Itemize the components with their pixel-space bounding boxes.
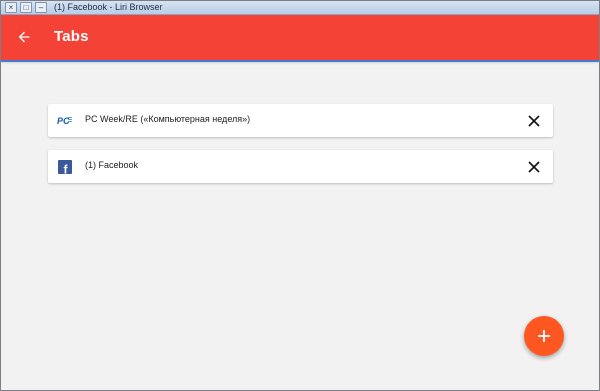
pcweek-favicon-icon: PC — [57, 113, 73, 129]
new-tab-fab-button[interactable] — [524, 316, 564, 356]
toolbar-accent-line — [1, 60, 599, 62]
close-tab-button[interactable] — [526, 113, 541, 128]
app-toolbar: Tabs — [1, 15, 599, 60]
facebook-favicon-icon: f — [57, 159, 73, 177]
window-title: (1) Facebook - Liri Browser — [54, 2, 163, 12]
back-button[interactable] — [13, 26, 35, 48]
close-icon — [527, 114, 540, 127]
window-maximize-button[interactable]: □ — [20, 2, 32, 13]
arrow-left-icon — [18, 31, 30, 43]
tab-card-pcweek[interactable]: PC PC Week/RE («Компьютерная неделя») — [48, 104, 553, 137]
window-close-button[interactable]: × — [5, 2, 17, 13]
close-icon — [527, 160, 540, 173]
window-minimize-button[interactable]: – — [35, 2, 47, 13]
tab-title: (1) Facebook — [85, 160, 139, 170]
close-tab-button[interactable] — [526, 159, 541, 174]
window-titlebar: × □ – (1) Facebook - Liri Browser — [1, 1, 599, 15]
tab-card-facebook[interactable]: f (1) Facebook — [48, 150, 553, 183]
tab-title: PC Week/RE («Компьютерная неделя») — [85, 114, 251, 124]
plus-icon — [538, 330, 550, 342]
browser-window: × □ – (1) Facebook - Liri Browser Tabs P… — [0, 0, 600, 391]
page-title: Tabs — [54, 28, 89, 45]
